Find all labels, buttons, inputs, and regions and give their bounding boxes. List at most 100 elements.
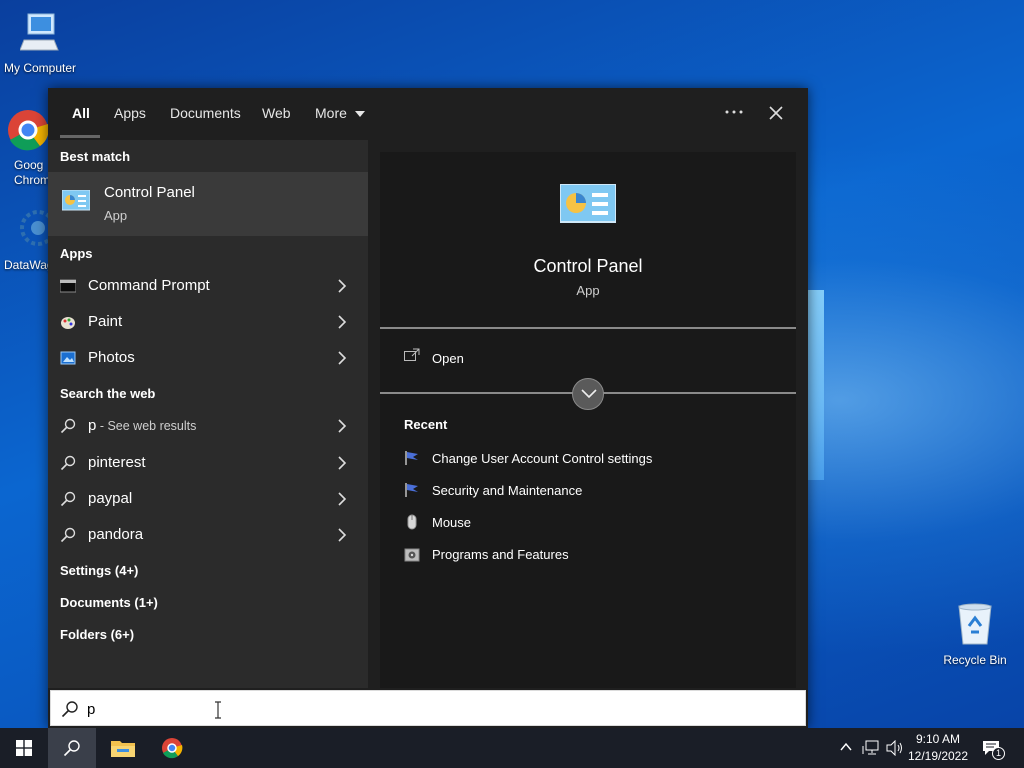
photos-icon: [60, 351, 76, 365]
documents-section-link[interactable]: Documents (1+): [60, 595, 158, 610]
chevron-right-icon[interactable]: [336, 419, 348, 433]
flag-icon: [405, 451, 418, 465]
web-item-p[interactable]: p - See web results: [48, 408, 368, 444]
wallpaper-logo-glow: [808, 290, 824, 480]
taskbar-search-button[interactable]: [48, 728, 96, 768]
windows-logo-icon: [16, 740, 32, 756]
best-match-heading: Best match: [60, 149, 131, 164]
search-box[interactable]: [50, 690, 806, 726]
recent-item-uac[interactable]: Change User Account Control settings: [404, 447, 784, 471]
mouse-icon: [407, 514, 417, 530]
search-web-heading: Search the web: [60, 386, 156, 401]
recent-item-label: Change User Account Control settings: [432, 451, 653, 466]
tab-apps[interactable]: Apps: [114, 105, 146, 121]
app-item-label: Photos: [88, 349, 135, 366]
desktop-icon-recycle-bin[interactable]: Recycle Bin: [935, 602, 1015, 667]
preview-pane: Control Panel App Open Recent Change Use…: [380, 152, 796, 688]
web-item-label: pandora: [88, 526, 144, 543]
folders-section-link[interactable]: Folders (6+): [60, 627, 134, 642]
chevron-right-icon[interactable]: [336, 279, 348, 293]
search-icon: [63, 740, 80, 757]
web-item-label: paypal: [88, 490, 133, 507]
tab-more-label: More: [315, 105, 347, 121]
recent-item-programs[interactable]: Programs and Features: [404, 543, 784, 567]
tab-documents[interactable]: Documents: [170, 105, 241, 121]
preview-subtitle: App: [576, 283, 600, 298]
app-item-label: Command Prompt: [88, 277, 210, 294]
chevron-down-icon: [581, 389, 597, 399]
recent-item-security[interactable]: Security and Maintenance: [404, 479, 784, 503]
recent-item-mouse[interactable]: Mouse: [404, 511, 784, 535]
web-results-hint: - See web results: [96, 419, 197, 433]
active-tab-indicator: [60, 135, 100, 138]
recent-item-label: Mouse: [432, 515, 472, 530]
chevron-right-icon[interactable]: [336, 528, 348, 542]
start-button[interactable]: [0, 728, 48, 768]
search-icon: [60, 527, 76, 543]
desktop-icon-my-computer[interactable]: My Computer: [0, 10, 80, 75]
taskbar: 9:10 AM 12/19/2022 1: [0, 728, 1024, 768]
clock-time[interactable]: 9:10 AM: [906, 732, 970, 746]
more-options-icon[interactable]: [724, 106, 744, 118]
search-icon: [60, 455, 76, 471]
preview-title: Control Panel: [533, 256, 643, 276]
programs-features-icon: [404, 548, 420, 562]
network-icon[interactable]: [862, 740, 880, 756]
settings-section-link[interactable]: Settings (4+): [60, 563, 138, 578]
clock-date[interactable]: 12/19/2022: [906, 749, 970, 763]
folder-icon: [111, 741, 135, 757]
datawag-icon: [20, 210, 56, 246]
recent-heading: Recent: [404, 417, 448, 432]
search-input[interactable]: [87, 698, 687, 720]
desktop-icon-label: My Computer: [3, 61, 77, 75]
volume-icon[interactable]: [886, 740, 904, 756]
chrome-icon: [162, 738, 183, 759]
best-match-title: Control Panel: [104, 184, 195, 201]
app-item-label: Paint: [88, 313, 123, 330]
open-icon: [404, 348, 420, 361]
close-icon[interactable]: [768, 105, 784, 121]
app-item-photos[interactable]: Photos: [48, 340, 368, 376]
results-pane: Best match Control Panel App Apps Comman…: [48, 140, 368, 688]
tab-all[interactable]: All: [72, 105, 90, 121]
app-item-command-prompt[interactable]: Command Prompt: [48, 268, 368, 304]
search-panel: All Apps Documents Web More Best match C…: [48, 88, 808, 728]
apps-heading: Apps: [60, 246, 93, 261]
open-label: Open: [432, 351, 464, 366]
chevron-right-icon[interactable]: [336, 351, 348, 365]
best-match-item[interactable]: Control Panel App: [48, 172, 368, 236]
web-item-label: p - See web results: [88, 417, 196, 434]
expand-button[interactable]: [572, 378, 604, 410]
search-icon: [61, 701, 78, 718]
paint-icon: [61, 317, 75, 329]
open-action[interactable]: Open: [404, 348, 604, 372]
flag-icon: [405, 483, 418, 497]
web-item-paypal[interactable]: paypal: [48, 481, 368, 517]
web-item-pinterest[interactable]: pinterest: [48, 445, 368, 481]
command-prompt-icon: [60, 279, 76, 293]
chrome-icon: [8, 110, 49, 151]
notification-button[interactable]: 1: [980, 738, 1005, 760]
taskbar-chrome[interactable]: [148, 728, 196, 768]
web-item-label: pinterest: [88, 454, 146, 471]
preview-divider: [380, 327, 796, 329]
best-match-subtitle: App: [104, 208, 128, 223]
recent-item-label: Programs and Features: [432, 547, 569, 562]
chevron-up-icon[interactable]: [840, 742, 852, 752]
chevron-right-icon[interactable]: [336, 492, 348, 506]
app-item-paint[interactable]: Paint: [48, 304, 368, 340]
search-tabs: All Apps Documents Web More: [48, 88, 808, 140]
caret-down-icon: [354, 111, 365, 117]
chevron-right-icon[interactable]: [336, 315, 348, 329]
tab-web[interactable]: Web: [262, 105, 291, 121]
recent-item-label: Security and Maintenance: [432, 483, 583, 498]
web-item-pandora[interactable]: pandora: [48, 517, 368, 553]
text-cursor-icon: [215, 701, 221, 719]
tab-more[interactable]: More: [315, 105, 365, 121]
chevron-right-icon[interactable]: [336, 456, 348, 470]
search-icon: [60, 418, 76, 434]
taskbar-file-explorer[interactable]: [98, 728, 146, 768]
control-panel-icon: [560, 184, 616, 223]
desktop-icon-label: Recycle Bin: [943, 653, 1007, 667]
recycle-bin-icon: [958, 603, 992, 645]
